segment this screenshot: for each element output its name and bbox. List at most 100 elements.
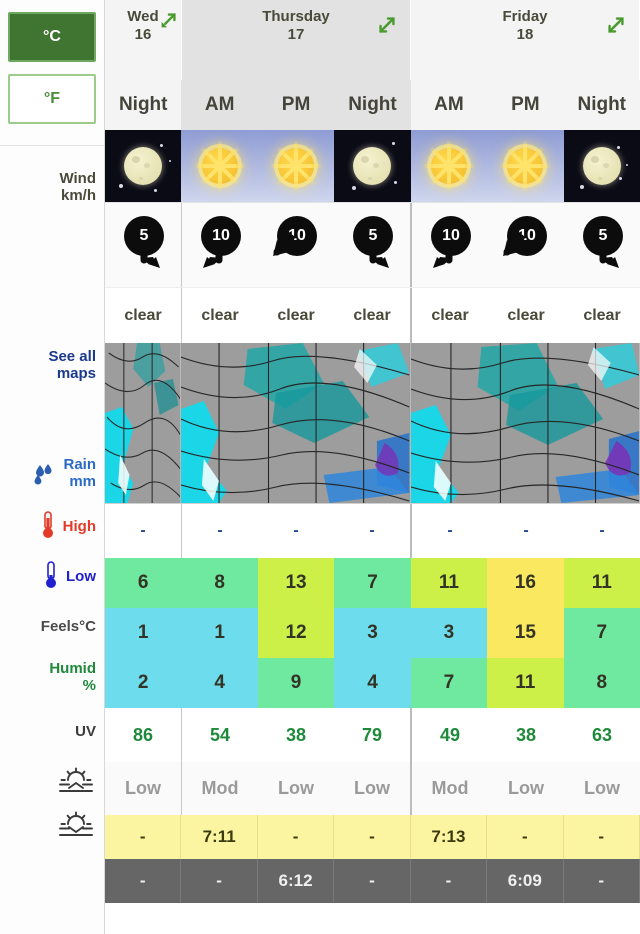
wind-badge-se: 5 [575,216,629,274]
wind-badge-nw: 10 [269,216,323,274]
sunrise-value: 7:11 [181,815,258,859]
low-temp-cell: 1 [181,608,258,658]
condition-text: clear [431,306,469,324]
period-cell[interactable]: AM [410,80,488,130]
wind-cell: 5 [334,203,412,287]
sunset-value: - [181,859,258,903]
uv-value: Low [584,778,620,798]
period-cell[interactable]: Night [563,80,640,130]
wind-arrow-nw-icon [273,234,295,256]
high-temp-row: 6 8 13 7 11 16 11 [105,558,640,608]
uv-value: Low [278,778,314,798]
uv-value: Low [508,778,544,798]
sky-cell-day [181,130,258,202]
sun-icon [422,140,475,192]
see-all-maps-line2: maps [56,365,96,382]
condition-text: clear [507,306,545,324]
rain-row: - - - - - - - [105,503,640,558]
celsius-button[interactable]: °C [8,12,96,62]
moon-icon [124,147,163,185]
day-date-thursday: 17 [287,26,305,43]
wind-arrow-se-icon [369,244,389,268]
feels-temp-cell: 4 [334,658,411,708]
humidity-row-label: Humid % [0,651,104,705]
period-cell[interactable]: PM [487,80,564,130]
rain-label-line1: Rain [63,455,96,473]
sunset-value: - [563,859,640,903]
condition-text: clear [124,306,162,324]
day-block-wed[interactable]: Wed 16 [105,0,182,80]
high-temp-cell: 6 [105,558,182,608]
condition-text: clear [201,306,239,324]
feels-label: Feels°C [40,617,96,635]
low-row-label: Low [0,551,104,601]
uv-value: Low [354,778,390,798]
period-header-row: Night AM PM Night AM PM Night [105,80,640,130]
see-all-maps-line1: See all [48,348,96,366]
sunrise-value: - [105,815,182,859]
rain-value: - [447,522,453,539]
rain-value: - [293,522,299,539]
period-cell[interactable]: Night [105,80,182,130]
period-cell[interactable]: AM [181,80,258,130]
low-temp-row: 1 1 12 3 3 15 7 [105,608,640,658]
sky-icon-row [105,130,640,202]
sunrise-row-label [0,758,104,802]
humidity-value: 49 [439,724,461,745]
high-temp-cell: 11 [410,558,488,608]
high-temp-cell: 13 [257,558,335,608]
uv-value: Mod [431,778,469,798]
rain-value: - [140,522,146,539]
unit-toggle-group: °C °F [0,0,104,145]
sunrise-value: - [334,815,411,859]
day-block-thursday[interactable]: Thursday 17 [182,0,411,80]
feels-temp-cell: 11 [487,658,564,708]
feels-temp-cell: 4 [181,658,258,708]
rain-value: - [599,522,605,539]
humid-label-line2: % [82,677,96,694]
high-temp-cell: 16 [487,558,564,608]
wind-arrow-sw-icon [203,244,223,268]
sunset-row: - - 6:12 - - 6:09 - [105,859,640,903]
fahrenheit-button[interactable]: °F [8,74,96,124]
low-temp-cell: 3 [410,608,488,658]
low-temp-cell: 3 [334,608,411,658]
period-cell[interactable]: Night [334,80,411,130]
wind-cell: 10 [488,203,564,287]
sunrise-value: - [257,815,335,859]
wind-cell: 5 [564,203,640,287]
wind-cell: 10 [182,203,258,287]
sun-icon [270,140,323,192]
day-block-friday[interactable]: Friday 18 [411,0,640,80]
wind-badge-se: 5 [116,216,170,274]
condition-row: clear clear clear clear clear clear clea… [105,287,640,343]
expand-arrows-icon[interactable] [376,14,398,36]
wind-arrow-sw-icon [433,244,453,268]
weather-map-thumbnail[interactable] [105,343,182,503]
sun-icon [193,140,246,192]
wind-arrow-se-icon [599,244,619,268]
wind-cell: 10 [258,203,334,287]
uv-value: Mod [201,778,239,798]
humidity-value: 79 [361,724,383,745]
low-temp-cell: 1 [105,608,182,658]
rain-row-label: Rain mm [0,446,104,501]
weather-map-thumbnail[interactable] [181,343,411,503]
rain-value: - [523,522,529,539]
weather-map-thumbnail[interactable] [410,343,640,503]
humidity-row: 86 54 38 79 49 38 63 [105,708,640,762]
sky-cell-day [410,130,488,202]
row-label-column: °C °F Wind km/h See all maps Rain mm Hig… [0,0,105,934]
expand-arrows-icon[interactable] [157,10,179,32]
humidity-value: 86 [132,724,154,745]
wind-arrow-nw-icon [503,234,525,256]
low-temp-cell: 7 [563,608,640,658]
expand-arrows-icon[interactable] [605,14,627,36]
period-cell[interactable]: PM [257,80,335,130]
thermometer-high-icon [42,511,53,538]
see-all-maps-link[interactable]: See all maps [0,286,104,446]
sunrise-icon [59,767,93,792]
feels-temp-cell: 9 [257,658,335,708]
feels-temp-cell: 2 [105,658,182,708]
day-date-wed: 16 [134,26,152,43]
